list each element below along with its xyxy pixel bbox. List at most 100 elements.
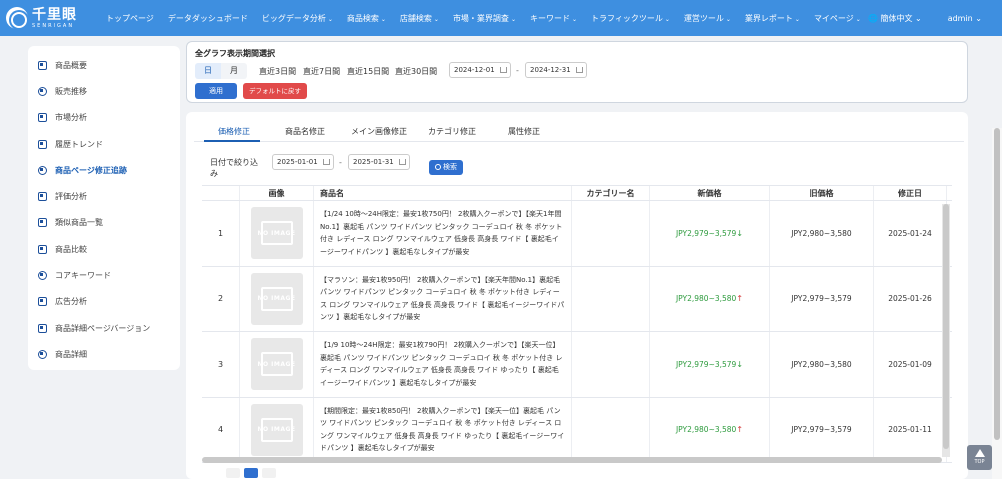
- filter-end-date[interactable]: 2025-01-31: [348, 154, 410, 170]
- sidebar-item-10[interactable]: 商品詳細ページバージョン: [28, 315, 180, 341]
- day-toggle[interactable]: 日: [195, 63, 221, 79]
- nav-item-label: トップページ: [106, 13, 154, 23]
- search-button[interactable]: 検索: [429, 160, 463, 175]
- nav-item-5[interactable]: 市場・業界調査 ⌄: [453, 13, 516, 24]
- tab-category[interactable]: カテゴリ修正: [428, 126, 476, 137]
- category-cell: [572, 266, 650, 331]
- top-navigation-bar: 千里眼 SENRIGAN トップページ データダッシュボード ビッグデータ分析 ⌄ 商品…: [0, 0, 1002, 36]
- table-row[interactable]: 4 NO IMAGE 【期間限定：最安1枚850円！ 2枚購入クーポンで】【楽天一位…: [202, 397, 952, 463]
- target-icon: [38, 165, 47, 175]
- no-image-label: NO IMAGE: [257, 295, 296, 303]
- row-index: 3: [202, 332, 240, 397]
- sidebar-item-9[interactable]: 広告分析: [28, 289, 180, 315]
- page-scrollbar[interactable]: [992, 128, 1002, 479]
- sidebar-item-4[interactable]: 商品ページ修正追跡: [28, 157, 180, 183]
- table-row[interactable]: 1 NO IMAGE 【1/24 10時～24H限定：最安1枚750円！ 2枚購入ク…: [202, 201, 952, 267]
- nav-item-label: トラフィックツール: [591, 13, 663, 23]
- sidebar-item-6[interactable]: 類似商品一覧: [28, 210, 180, 236]
- category-cell: [572, 332, 650, 397]
- product-name[interactable]: 【1/24 10時～24H限定：最安1枚750円！ 2枚購入クーポンで】【楽天1…: [320, 208, 565, 258]
- quick-range-3[interactable]: 直近3日間: [259, 66, 296, 77]
- product-name[interactable]: 【1/9 10時～24H限定：最安1枚790円！ 2枚購入クーポンで】【楽天一位…: [320, 339, 565, 389]
- page-prev[interactable]: [226, 468, 240, 478]
- document-icon: [38, 60, 47, 70]
- product-name-cell: 【1/9 10時～24H限定：最安1枚790円！ 2枚購入クーポンで】【楽天一位…: [314, 332, 572, 397]
- language-selector[interactable]: 🌐 簡体中文 ⌄: [868, 13, 922, 24]
- table-vertical-scrollbar[interactable]: [942, 204, 950, 457]
- col-category: カテゴリー名: [572, 186, 650, 200]
- product-name[interactable]: 【期間限定：最安1枚850円！ 2枚購入クーポンで】【楽天一位】裏起毛 パンツ …: [320, 405, 565, 455]
- user-menu[interactable]: admin ⌄: [948, 14, 982, 23]
- col-new-price: 新価格: [650, 186, 770, 200]
- arrow-up-icon: ↑: [736, 294, 744, 304]
- scroll-thumb[interactable]: [943, 204, 949, 449]
- filter-start-date[interactable]: 2025-01-01: [272, 154, 334, 170]
- revision-date: 2025-01-26: [888, 294, 932, 304]
- no-image-placeholder[interactable]: NO IMAGE: [250, 272, 303, 325]
- tab-name[interactable]: 商品名修正: [285, 126, 325, 137]
- pie-chart-icon: [38, 86, 47, 96]
- tab-attribute[interactable]: 属性修正: [508, 126, 540, 137]
- page-current[interactable]: [244, 468, 258, 478]
- period-end-date[interactable]: 2024-12-31: [525, 62, 587, 78]
- date-separator: -: [516, 66, 519, 75]
- period-start-date[interactable]: 2024-12-01: [449, 62, 511, 78]
- tab-price[interactable]: 価格修正: [218, 126, 250, 137]
- quick-range-30[interactable]: 直近30日間: [395, 66, 437, 77]
- sidebar-item-0[interactable]: 商品概要: [28, 52, 180, 78]
- nav-item-2[interactable]: ビッグデータ分析 ⌄: [262, 13, 333, 24]
- quick-range-7[interactable]: 直近7日間: [303, 66, 340, 77]
- nav-item-7[interactable]: トラフィックツール ⌄: [591, 13, 670, 24]
- product-name-cell: 【マラソン：最安1枚950円！ 2枚購入クーポンで】【楽天年間No.1】裏起毛 …: [314, 266, 572, 331]
- period-selector-panel: 全グラフ表示期間選択 日 月 直近3日間 直近7日間 直近15日間 直近30日間…: [186, 41, 968, 103]
- page-scroll-thumb[interactable]: [994, 128, 1000, 440]
- product-name[interactable]: 【マラソン：最安1枚950円！ 2枚購入クーポンで】【楽天年間No.1】裏起毛 …: [320, 274, 565, 324]
- sidebar-item-7[interactable]: 商品比較: [28, 236, 180, 262]
- chevron-down-icon: ⌄: [433, 15, 439, 23]
- sidebar-item-3[interactable]: 履歴トレンド: [28, 131, 180, 157]
- revision-tracking-panel: 価格修正 商品名修正 メイン画像修正 カテゴリ修正 属性修正 日付で絞り込み 2…: [186, 112, 968, 479]
- sidebar-item-2[interactable]: 市場分析: [28, 105, 180, 131]
- calendar-icon: [399, 159, 406, 165]
- nav-item-9[interactable]: 業界レポート ⌄: [745, 13, 800, 24]
- apply-button[interactable]: 適用: [195, 83, 237, 99]
- search-icon: [435, 164, 441, 170]
- nav-item-1[interactable]: データダッシュボード: [168, 13, 248, 24]
- period-start-text: 2024-12-01: [454, 66, 495, 74]
- old-price-cell: JPY2,979~3,579: [770, 397, 874, 462]
- nav-item-6[interactable]: キーワード ⌄: [530, 13, 577, 24]
- sidebar-item-5[interactable]: 評価分析: [28, 183, 180, 209]
- sidebar-item-8[interactable]: コアキーワード: [28, 262, 180, 288]
- brand-logo[interactable]: 千里眼 SENRIGAN: [6, 7, 106, 29]
- no-image-placeholder[interactable]: NO IMAGE: [250, 207, 303, 260]
- page-next[interactable]: [262, 468, 276, 478]
- sidebar-item-11[interactable]: 商品詳細: [28, 341, 180, 367]
- reset-default-button[interactable]: デフォルトに戻す: [243, 83, 307, 99]
- quick-range-15[interactable]: 直近15日間: [347, 66, 389, 77]
- no-image-placeholder[interactable]: NO IMAGE: [250, 338, 303, 391]
- no-image-placeholder[interactable]: NO IMAGE: [250, 403, 303, 456]
- chevron-down-icon: ⌄: [510, 15, 516, 23]
- nav-item-0[interactable]: トップページ: [106, 13, 154, 24]
- month-toggle[interactable]: 月: [221, 63, 247, 79]
- sidebar-item-label: 広告分析: [55, 297, 87, 307]
- category-cell: [572, 397, 650, 462]
- table-horizontal-scrollbar[interactable]: [202, 457, 942, 463]
- nav-item-3[interactable]: 商品検索 ⌄: [347, 13, 386, 24]
- old-price: JPY2,980~3,580: [791, 228, 852, 238]
- nav-item-8[interactable]: 運営ツール ⌄: [684, 13, 731, 24]
- tab-main-image[interactable]: メイン画像修正: [351, 126, 407, 137]
- sidebar-item-1[interactable]: 販売推移: [28, 78, 180, 104]
- page-icon: [38, 323, 47, 333]
- revision-date-cell: 2025-01-26: [874, 266, 947, 331]
- category-cell: [572, 201, 650, 266]
- trend-icon: [38, 139, 47, 149]
- new-price: JPY2,979~3,579: [675, 359, 737, 369]
- col-old-price: 旧価格: [770, 186, 874, 200]
- back-to-top-button[interactable]: TOP: [967, 445, 992, 470]
- sidebar-item-label: 類似商品一覧: [55, 218, 103, 228]
- nav-item-4[interactable]: 店舗検索 ⌄: [400, 13, 439, 24]
- table-row[interactable]: 2 NO IMAGE 【マラソン：最安1枚950円！ 2枚購入クーポンで】【楽天年間…: [202, 266, 952, 332]
- ad-icon: [38, 297, 47, 307]
- table-row[interactable]: 3 NO IMAGE 【1/9 10時～24H限定：最安1枚790円！ 2枚購入クー…: [202, 332, 952, 398]
